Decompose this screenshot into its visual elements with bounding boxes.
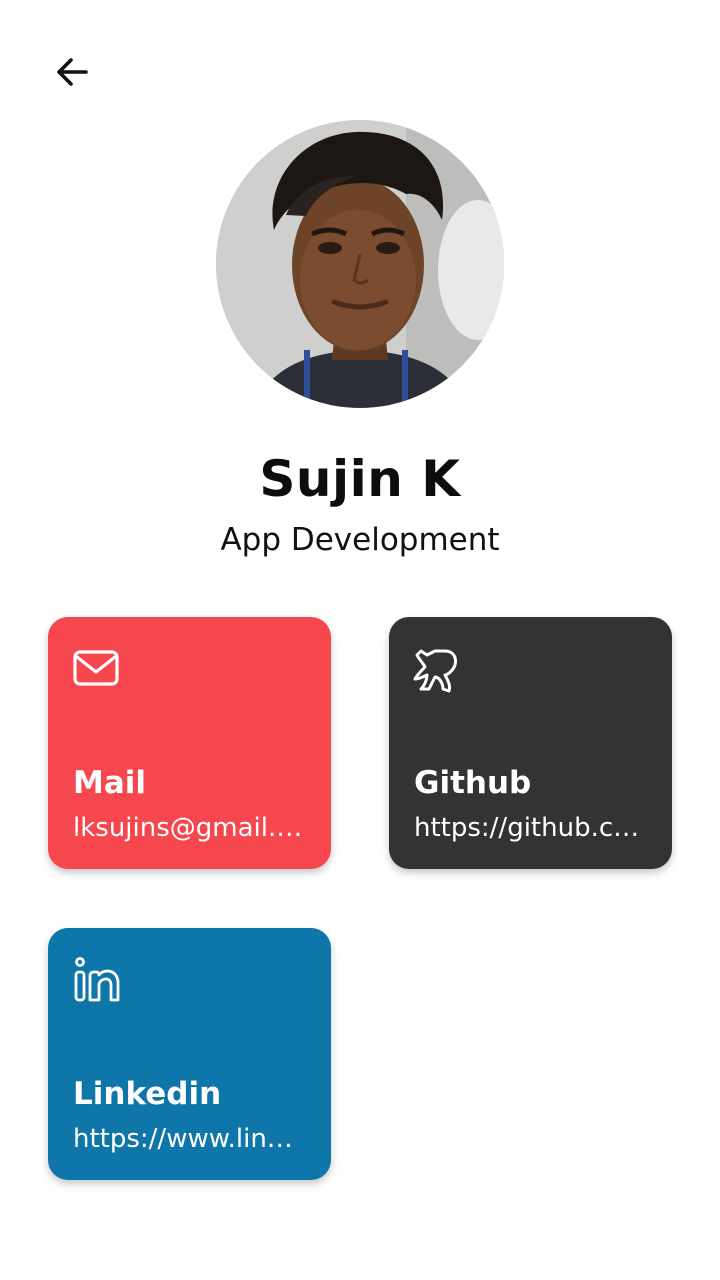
profile-screen: Sujin K App Development Mail lksujins@gm… bbox=[0, 0, 720, 1280]
linkedin-card-title: Linkedin bbox=[73, 1076, 222, 1112]
profile-avatar bbox=[216, 120, 504, 408]
github-card-url: https://github.c… bbox=[414, 813, 640, 843]
github-icon bbox=[413, 649, 457, 693]
linkedin-card-url: https://www.lin… bbox=[73, 1124, 293, 1154]
back-button[interactable] bbox=[44, 44, 100, 100]
arrow-left-icon bbox=[57, 58, 88, 86]
mail-card-address: lksujins@gmail.… bbox=[73, 813, 303, 843]
mail-icon bbox=[73, 650, 119, 686]
profile-role: App Development bbox=[220, 522, 500, 558]
avatar-photo bbox=[216, 120, 504, 408]
mail-card[interactable]: Mail lksujins@gmail.… bbox=[48, 617, 331, 869]
profile-name: Sujin K bbox=[259, 450, 461, 508]
github-card-title: Github bbox=[414, 765, 532, 801]
linkedin-card[interactable]: Linkedin https://www.lin… bbox=[48, 928, 331, 1180]
linkedin-icon bbox=[74, 957, 120, 1002]
github-card[interactable]: Github https://github.c… bbox=[389, 617, 672, 869]
mail-card-title: Mail bbox=[73, 765, 147, 801]
